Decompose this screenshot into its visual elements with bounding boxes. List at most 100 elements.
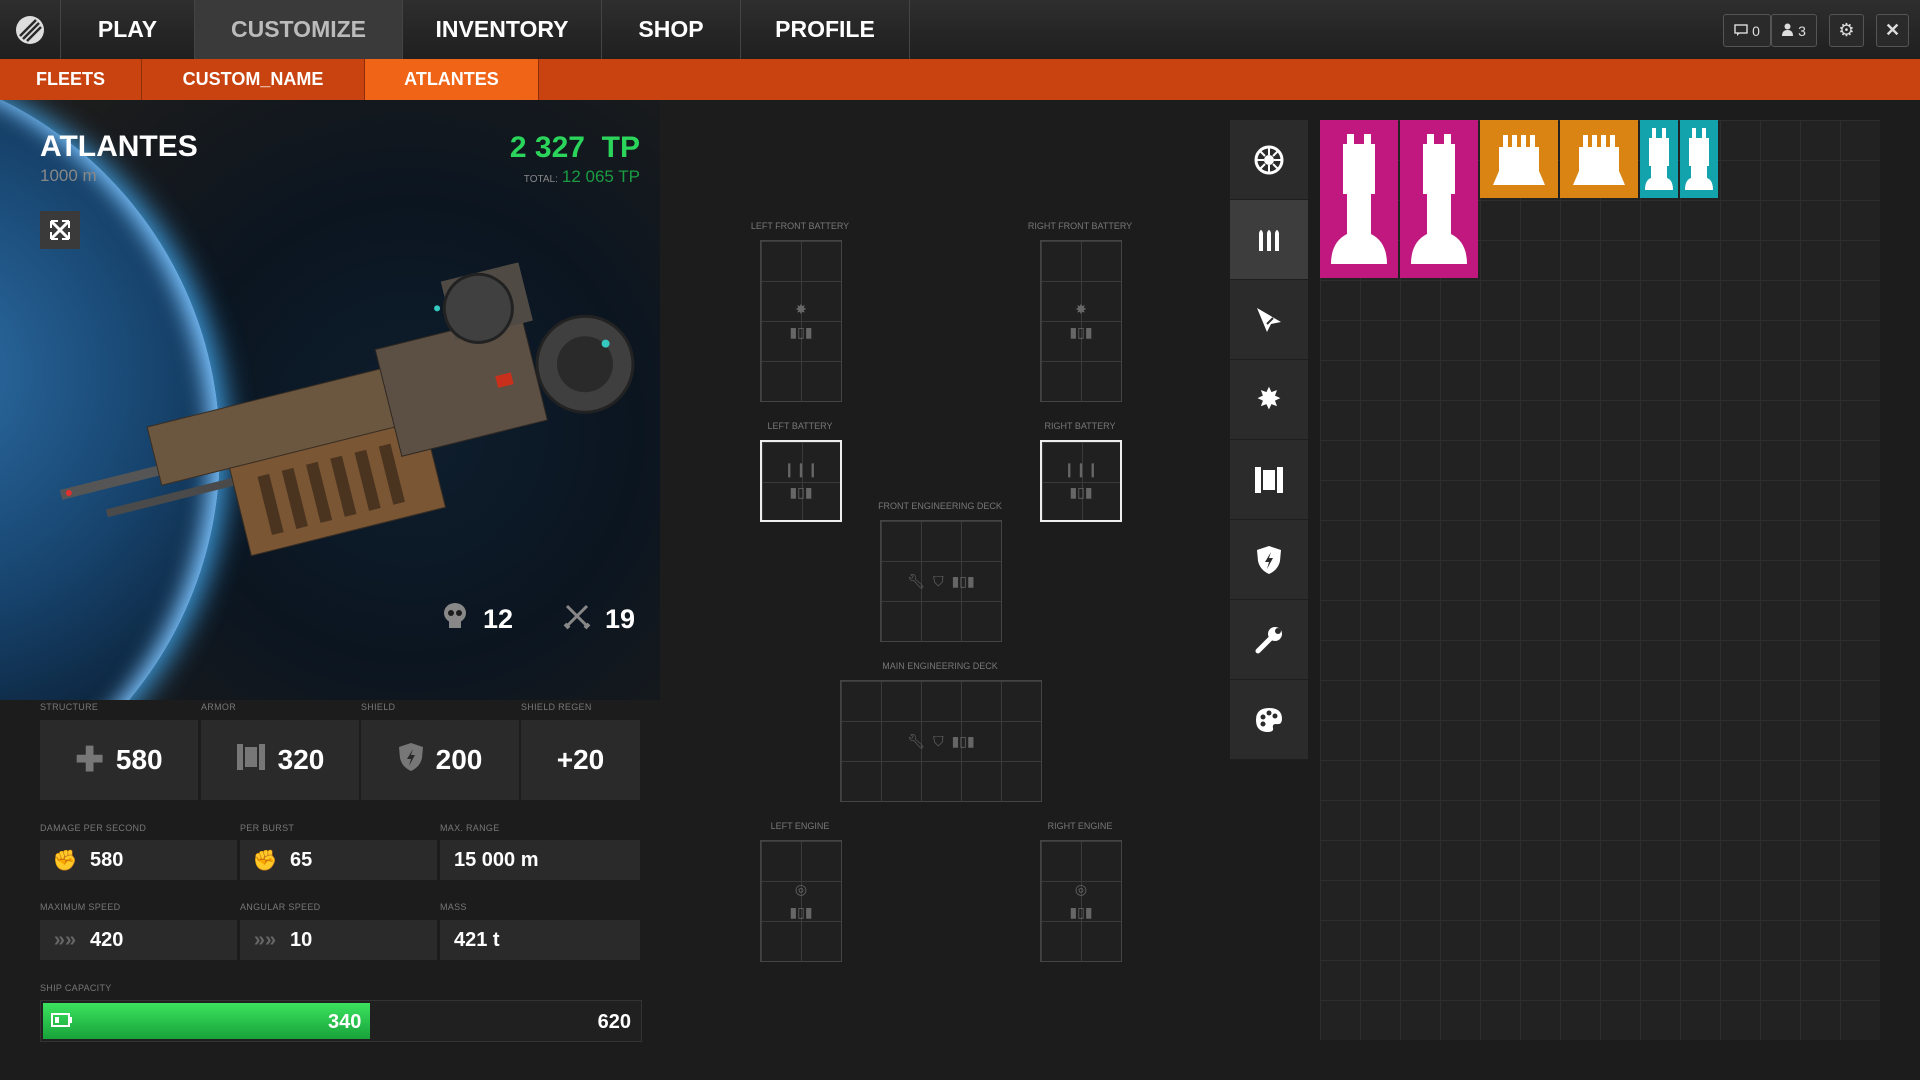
engine-icon: ◎ xyxy=(1074,881,1088,897)
shield-icon: ⛉ xyxy=(933,732,944,749)
inventory-item[interactable] xyxy=(1480,120,1558,198)
max-range-stat: 15 000 m xyxy=(440,840,640,880)
category-shield[interactable] xyxy=(1230,520,1308,600)
armor-icon xyxy=(1255,466,1283,493)
tab-play[interactable]: PLAY xyxy=(61,0,195,59)
total-tp: TOTAL: 12 065 TP xyxy=(520,167,640,187)
left-engine-slot[interactable]: ◎ ▮▯▮ xyxy=(760,840,842,962)
front-engineering-deck-label: FRONT ENGINEERING DECK xyxy=(878,501,1002,511)
twin-tall-turret-icon xyxy=(1331,134,1387,264)
structure-stat: ✚ 580 xyxy=(40,720,198,800)
small-twin-turret-icon xyxy=(1645,128,1673,190)
inventory-item[interactable] xyxy=(1640,120,1678,198)
burst-icon: ✸ xyxy=(1075,301,1087,317)
plus-icon: ✚ xyxy=(75,741,104,779)
category-burst[interactable]: ✸ xyxy=(1230,360,1308,440)
max-speed-value: 420 xyxy=(90,928,124,951)
structure-label: STRUCTURE xyxy=(40,702,99,712)
armor-icon: ▮▯▮ xyxy=(951,732,975,749)
left-battery-label: LEFT BATTERY xyxy=(767,421,833,431)
armor-icon: ▮▯▮ xyxy=(789,324,813,340)
category-engine[interactable] xyxy=(1230,120,1308,200)
inventory-item[interactable] xyxy=(1320,120,1398,278)
shield-icon: ⛉ xyxy=(933,572,944,589)
inventory-item[interactable] xyxy=(1400,120,1478,278)
category-armor[interactable] xyxy=(1230,440,1308,520)
fist-icon: ✊ xyxy=(52,849,78,872)
burst-icon: ✸ xyxy=(795,301,807,317)
per-burst-value: 65 xyxy=(290,848,313,871)
front-engineering-deck-slot[interactable]: 🔧︎ ⛉ ▮▯▮ xyxy=(880,520,1002,642)
skull-icon xyxy=(441,602,469,637)
tab-profile[interactable]: PROFILE xyxy=(741,0,910,59)
friends-button[interactable]: 3 xyxy=(1771,14,1817,47)
fullscreen-button[interactable] xyxy=(40,211,80,249)
left-engine-label: LEFT ENGINE xyxy=(770,821,830,831)
max-range-value: 15 000 m xyxy=(454,848,539,871)
armor-icon: ▮▯▮ xyxy=(1069,324,1093,340)
right-front-battery-slot[interactable]: ✸ ▮▯▮ xyxy=(1040,240,1122,402)
tab-inventory[interactable]: INVENTORY xyxy=(403,0,602,59)
shield-stat: 200 xyxy=(361,720,519,800)
tp-unit: TP xyxy=(601,131,640,164)
angular-speed-value: 10 xyxy=(290,928,313,951)
chat-icon xyxy=(1734,23,1748,39)
top-nav-bar: PLAY CUSTOMIZE INVENTORY SHOP PROFILE 0 … xyxy=(0,0,1920,60)
category-ammo[interactable] xyxy=(1230,200,1308,280)
max-range-label: MAX. RANGE xyxy=(440,823,500,833)
left-front-battery-slot[interactable]: ✸ ▮▯▮ xyxy=(760,240,842,402)
total-label: TOTAL: xyxy=(523,174,558,185)
battles-stat: 19 xyxy=(563,602,635,637)
settings-button[interactable]: ⚙ xyxy=(1829,14,1864,47)
shield-label: SHIELD xyxy=(361,702,396,712)
subtab-atlantes[interactable]: ATLANTES xyxy=(365,59,539,100)
capacity-label: SHIP CAPACITY xyxy=(40,983,112,993)
ship-preview[interactable] xyxy=(0,100,660,700)
main-engineering-deck-slot[interactable]: 🔧︎ ⛉ ▮▯▮ xyxy=(840,680,1042,802)
close-icon: ✕ xyxy=(1884,20,1901,40)
engine-icon: ◎ xyxy=(794,881,808,897)
category-palette[interactable] xyxy=(1230,680,1308,760)
shield-regen-value: +20 xyxy=(556,744,605,775)
right-battery-slot[interactable]: ❙❙❙ ▮▯▮ xyxy=(1040,440,1122,522)
mass-stat: 421 t xyxy=(440,920,640,960)
inventory-item[interactable] xyxy=(1680,120,1718,198)
category-wrench[interactable] xyxy=(1230,600,1308,680)
shield-icon xyxy=(398,742,424,779)
small-twin-turret-icon xyxy=(1685,128,1713,190)
armor-icon: ▮▯▮ xyxy=(789,484,813,500)
messages-button[interactable]: 0 xyxy=(1723,14,1771,47)
ammo-icon: ❙❙❙ xyxy=(1063,461,1099,477)
quad-turret-icon xyxy=(1493,135,1545,185)
friends-count: 3 xyxy=(1798,22,1806,39)
dps-label: DAMAGE PER SECOND xyxy=(40,823,147,833)
armor-icon: ▮▯▮ xyxy=(951,572,975,589)
per-burst-stat: ✊ 65 xyxy=(240,840,437,880)
twin-tall-turret-icon xyxy=(1411,134,1467,264)
left-battery-slot[interactable]: ❙❙❙ ▮▯▮ xyxy=(760,440,842,522)
inventory-item[interactable] xyxy=(1560,120,1638,198)
subtab-fleets[interactable]: FLEETS xyxy=(0,59,142,100)
game-logo-icon[interactable] xyxy=(0,0,61,59)
structure-value: 580 xyxy=(115,744,163,775)
armor-value: 320 xyxy=(277,744,325,775)
shield-regen-stat: +20 xyxy=(521,720,640,800)
dps-stat: ✊ 580 xyxy=(40,840,237,880)
tab-shop[interactable]: SHOP xyxy=(602,0,741,59)
ship-length: 1000 m xyxy=(40,166,97,185)
inventory-grid[interactable] xyxy=(1320,120,1880,1040)
close-button[interactable]: ✕ xyxy=(1876,14,1909,47)
messages-count: 0 xyxy=(1752,22,1760,39)
speed-chevrons-icon: »» xyxy=(53,928,77,951)
armor-label: ARMOR xyxy=(201,702,236,712)
subtab-custom-name[interactable]: CUSTOM_NAME xyxy=(142,59,365,100)
armor-icon: ▮▯▮ xyxy=(1069,904,1093,920)
wrench-icon: 🔧︎ xyxy=(907,572,926,589)
right-engine-slot[interactable]: ◎ ▮▯▮ xyxy=(1040,840,1122,962)
mass-label: MASS xyxy=(440,902,467,912)
category-missile[interactable] xyxy=(1230,280,1308,360)
tab-customize[interactable]: CUSTOMIZE xyxy=(195,0,403,59)
per-burst-label: PER BURST xyxy=(240,823,295,833)
capacity-max: 620 xyxy=(597,1011,631,1033)
left-front-battery-label: LEFT FRONT BATTERY xyxy=(750,221,850,231)
